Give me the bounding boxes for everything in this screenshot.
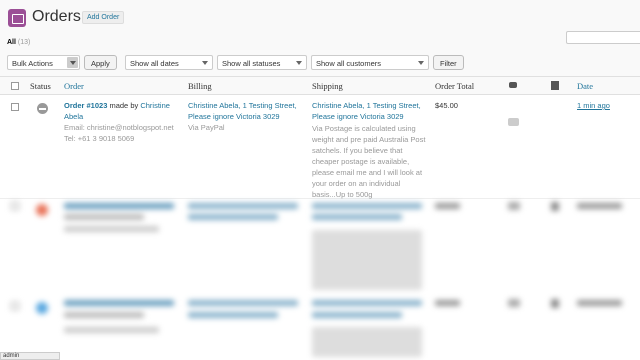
column-shipping: Shipping: [312, 81, 343, 91]
customer-email: Email: christine@notblogspot.net: [64, 122, 174, 133]
shipping-note-line: your order on an individual: [312, 179, 401, 188]
table-row: [0, 297, 640, 360]
shipping-placeholder: [312, 214, 402, 220]
billing-placeholder: [188, 214, 278, 220]
page-title: Orders: [32, 8, 81, 25]
billing-via: Via PayPal: [188, 123, 225, 132]
customers-label: Show all customers: [316, 59, 382, 68]
shipping-note: Via Postage is calculated using weight a…: [312, 123, 430, 200]
comment-icon: [508, 202, 520, 210]
shipping-placeholder: [312, 312, 402, 318]
email-text: Email: christine@notblogspot.net: [64, 123, 174, 132]
chevron-down-icon: [418, 61, 424, 65]
orders-table: Status Order Billing Shipping Order Tota…: [0, 76, 640, 360]
shipping-note-line: satchels. If you believe that: [312, 146, 403, 155]
shipping-address-line2[interactable]: Please ignore Victoria 3029: [312, 111, 404, 122]
billing-placeholder: [188, 312, 278, 318]
browser-status-bar: admin: [0, 352, 60, 360]
statuses-label: Show all statuses: [222, 59, 281, 68]
billing-address-line2[interactable]: Please ignore Victoria 3029: [188, 111, 280, 122]
orders-icon: [8, 9, 26, 27]
status-icon: [36, 204, 48, 216]
comment-icon[interactable]: [508, 118, 519, 126]
notes-icon: [551, 299, 559, 308]
shipping-note-line: basis...Up to 500g: [312, 190, 373, 199]
filter-button[interactable]: Filter: [433, 55, 464, 70]
shipping-placeholder: [312, 230, 422, 290]
shipping-placeholder: [312, 300, 422, 306]
customer-first-link[interactable]: Christine: [140, 101, 170, 110]
filter-all-label[interactable]: All: [7, 39, 16, 46]
billing-placeholder: [188, 203, 298, 209]
order-placeholder: [64, 226, 159, 232]
row-checkbox[interactable]: [11, 302, 19, 310]
table-row: Order #1023 made by Christine Abela Emai…: [0, 96, 640, 199]
billing-address-line1[interactable]: Christine Abela, 1 Testing Street,: [188, 100, 297, 111]
search-input[interactable]: [566, 31, 640, 44]
table-row: [0, 200, 640, 300]
order-placeholder: [64, 203, 174, 209]
apply-button[interactable]: Apply: [84, 55, 117, 70]
chevron-down-icon: [67, 57, 78, 68]
bulk-actions-label: Bulk Actions: [12, 59, 53, 68]
order-placeholder: [64, 312, 144, 318]
customer-last-link[interactable]: Abela: [64, 112, 83, 121]
order-placeholder: [64, 327, 159, 333]
chevron-down-icon: [202, 61, 208, 65]
notes-icon: [551, 202, 559, 211]
filter-all-count: (13): [17, 39, 31, 46]
total-placeholder: [435, 300, 460, 306]
total-placeholder: [435, 203, 460, 209]
shipping-note-line: weight and pre paid Australia Post: [312, 135, 426, 144]
bulk-actions-select[interactable]: Bulk Actions: [7, 55, 80, 70]
order-placeholder: [64, 300, 174, 306]
order-total: $45.00: [435, 101, 458, 110]
comment-icon: [509, 82, 517, 88]
notes-icon: [551, 81, 559, 90]
row-checkbox[interactable]: [11, 103, 19, 111]
shipping-address-line1[interactable]: Christine Abela, 1 Testing Street,: [312, 100, 421, 111]
column-order[interactable]: Order: [64, 81, 84, 91]
dates-select[interactable]: Show all dates: [125, 55, 213, 70]
column-total: Order Total: [435, 81, 475, 91]
table-header: Status Order Billing Shipping Order Tota…: [0, 77, 640, 95]
order-cell: Order #1023 made by Christine Abela: [64, 100, 182, 122]
order-date[interactable]: 1 min ago: [577, 100, 610, 111]
column-billing: Billing: [188, 81, 212, 91]
column-date[interactable]: Date: [577, 81, 593, 91]
customer-tel: Tel: +61 3 9018 5069: [64, 134, 135, 143]
order-link[interactable]: Order #1023: [64, 101, 107, 110]
customers-select[interactable]: Show all customers: [311, 55, 429, 70]
made-by-text: made by: [109, 101, 139, 110]
select-all-checkbox[interactable]: [11, 82, 19, 90]
shipping-note-line: please email me and I will look at: [312, 168, 423, 177]
shipping-placeholder: [312, 327, 422, 357]
date-placeholder: [577, 203, 622, 209]
status-icon: [36, 302, 48, 314]
column-status: Status: [30, 81, 51, 91]
billing-placeholder: [188, 300, 298, 306]
statuses-select[interactable]: Show all statuses: [217, 55, 307, 70]
shipping-note-line: cheaper postage is available,: [312, 157, 410, 166]
date-placeholder: [577, 300, 622, 306]
shipping-note-line: Via Postage is calculated using: [312, 124, 416, 133]
chevron-down-icon: [296, 61, 302, 65]
filter-all[interactable]: All (13): [7, 39, 30, 46]
add-order-button[interactable]: Add Order: [82, 11, 125, 24]
dates-label: Show all dates: [130, 59, 179, 68]
cancelled-icon: [37, 103, 48, 114]
comment-icon: [508, 299, 520, 307]
shipping-placeholder: [312, 203, 422, 209]
order-placeholder: [64, 214, 144, 220]
row-checkbox[interactable]: [11, 202, 19, 210]
